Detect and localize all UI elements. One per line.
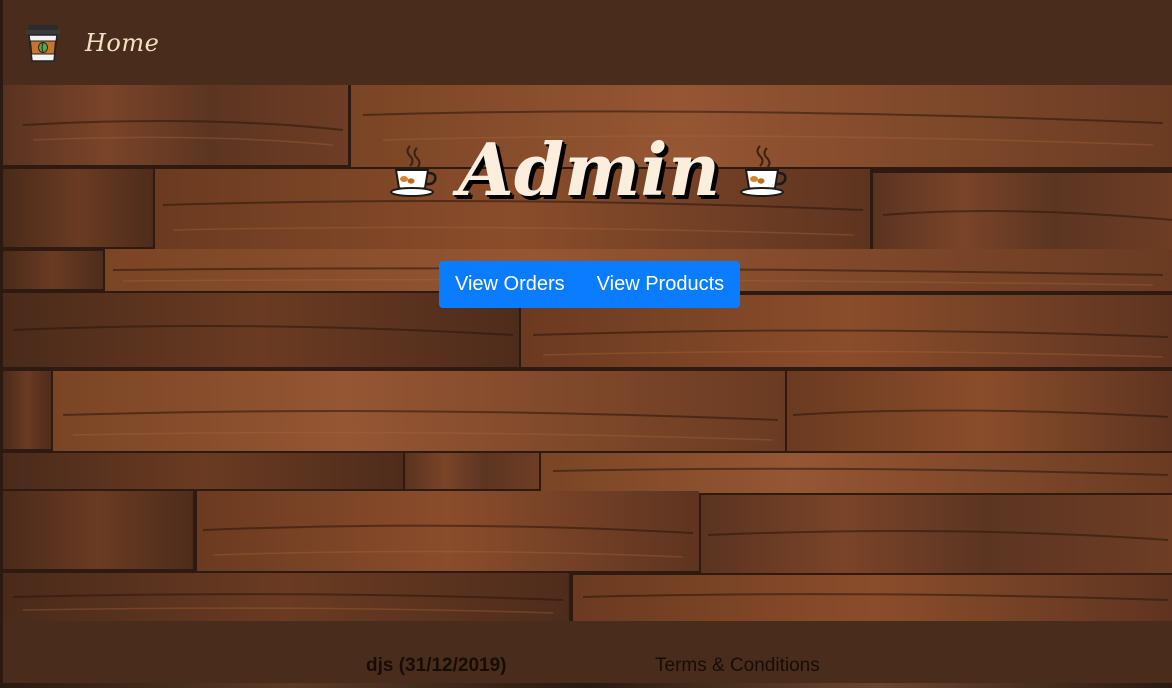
navbar: Home: [0, 0, 1172, 85]
footer: djs (31/12/2019) Terms & Conditions: [0, 621, 1172, 683]
title-row: Admin: [3, 125, 1172, 215]
coffee-cup-icon: [740, 145, 787, 197]
admin-button-group: View Orders View Products: [439, 261, 741, 308]
page-title: Admin: [457, 127, 721, 212]
coffee-cup-icon[interactable]: [23, 21, 63, 65]
app-root: Home Admin View Orders View Products djs…: [0, 0, 1172, 688]
coffee-cup-icon: [389, 145, 437, 197]
terms-link[interactable]: Terms & Conditions: [655, 655, 820, 677]
hero-section: Admin View Orders View Products: [0, 85, 1172, 621]
bottom-strip: [0, 683, 1172, 688]
footer-copyright: djs (31/12/2019): [366, 655, 507, 676]
home-link[interactable]: Home: [85, 29, 159, 57]
view-products-button[interactable]: View Products: [580, 261, 741, 308]
view-orders-button[interactable]: View Orders: [439, 261, 581, 308]
